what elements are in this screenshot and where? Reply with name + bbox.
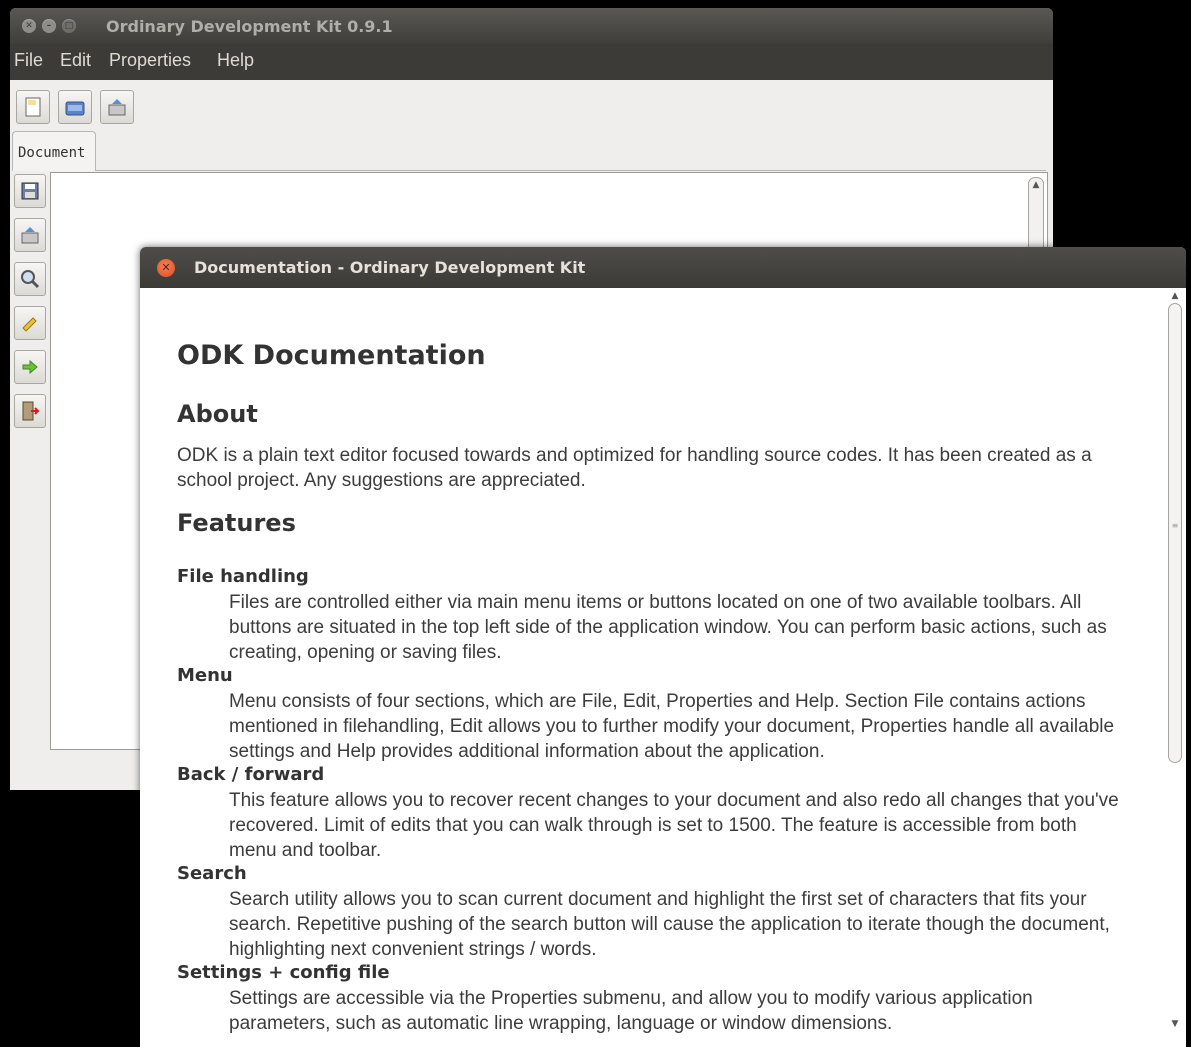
feature-term: Menu	[177, 665, 233, 686]
open-file-icon	[65, 101, 85, 116]
scroll-up-icon[interactable]: ▲	[1168, 291, 1182, 301]
scroll-thumb[interactable]	[1168, 303, 1182, 763]
feature-term: Settings + config file	[177, 962, 390, 983]
scroll-down-icon[interactable]: ▼	[1168, 1019, 1182, 1029]
maximize-icon: □	[64, 21, 74, 31]
edit-button[interactable]	[14, 306, 46, 340]
new-file-button[interactable]	[16, 90, 50, 124]
main-toolbar	[10, 80, 1053, 130]
save-as-icon	[21, 227, 39, 244]
save-button[interactable]	[14, 174, 46, 208]
close-icon: ✕	[161, 261, 171, 274]
minimize-window-button[interactable]: –	[42, 19, 56, 33]
close-icon: ✕	[25, 21, 33, 31]
search-icon	[21, 270, 40, 289]
menu-help[interactable]: Help	[217, 50, 254, 71]
doc-content: ODK Documentation About ODK is a plain t…	[140, 288, 1166, 1047]
feature-desc: Settings are accessible via the Properti…	[229, 988, 1033, 1034]
tab-label: Document	[18, 145, 86, 161]
doc-scrollbar[interactable]: ▲ ≡ ▼	[1168, 291, 1182, 1031]
tab-divider	[96, 170, 1046, 171]
doc-titlebar: ✕ Documentation - Ordinary Development K…	[140, 247, 1186, 288]
new-file-icon	[25, 97, 41, 117]
grip-icon: ≡	[1171, 521, 1179, 530]
save-as-side-button[interactable]	[14, 218, 46, 252]
open-file-button[interactable]	[58, 90, 92, 124]
feature-desc: This feature allows you to recover recen…	[229, 790, 1119, 861]
about-text: ODK is a plain text editor focused towar…	[177, 445, 1092, 491]
maximize-window-button[interactable]: □	[62, 19, 76, 33]
feature-desc: Files are controlled either via main men…	[229, 592, 1107, 663]
features-heading: Features	[177, 509, 296, 537]
save-as-icon	[108, 99, 126, 116]
documentation-window: ✕ Documentation - Ordinary Development K…	[140, 247, 1186, 1047]
feature-term: Search	[177, 863, 247, 884]
feature-term: File handling	[177, 566, 309, 587]
feature-desc: Menu consists of four sections, which ar…	[229, 691, 1115, 762]
feature-desc: Search utility allows you to scan curren…	[229, 889, 1110, 960]
menubar: File Edit Properties Help	[10, 44, 1053, 80]
search-button[interactable]	[14, 262, 46, 296]
doc-close-button[interactable]: ✕	[157, 259, 175, 277]
menu-properties[interactable]: Properties	[109, 50, 191, 71]
save-icon	[21, 182, 39, 200]
minimize-icon: –	[46, 21, 52, 31]
side-toolbar	[10, 174, 50, 474]
window-title: Ordinary Development Kit 0.9.1	[106, 17, 393, 36]
tab-document[interactable]: Document	[12, 131, 96, 171]
about-heading: About	[177, 400, 258, 428]
menu-edit[interactable]: Edit	[60, 50, 91, 71]
close-window-button[interactable]: ✕	[22, 19, 36, 33]
exit-button[interactable]	[14, 394, 46, 428]
redo-button[interactable]	[14, 350, 46, 384]
redo-icon	[22, 359, 38, 375]
save-as-toolbar-button[interactable]	[100, 90, 134, 124]
scroll-up-icon: ▲	[1032, 180, 1040, 190]
pencil-icon	[22, 317, 37, 332]
menu-file[interactable]: File	[14, 50, 43, 71]
feature-term: Back / forward	[177, 764, 325, 785]
doc-window-title: Documentation - Ordinary Development Kit	[194, 258, 586, 277]
exit-icon	[22, 401, 40, 421]
doc-heading: ODK Documentation	[177, 340, 486, 371]
main-titlebar: ✕ – □ Ordinary Development Kit 0.9.1	[10, 8, 1053, 44]
